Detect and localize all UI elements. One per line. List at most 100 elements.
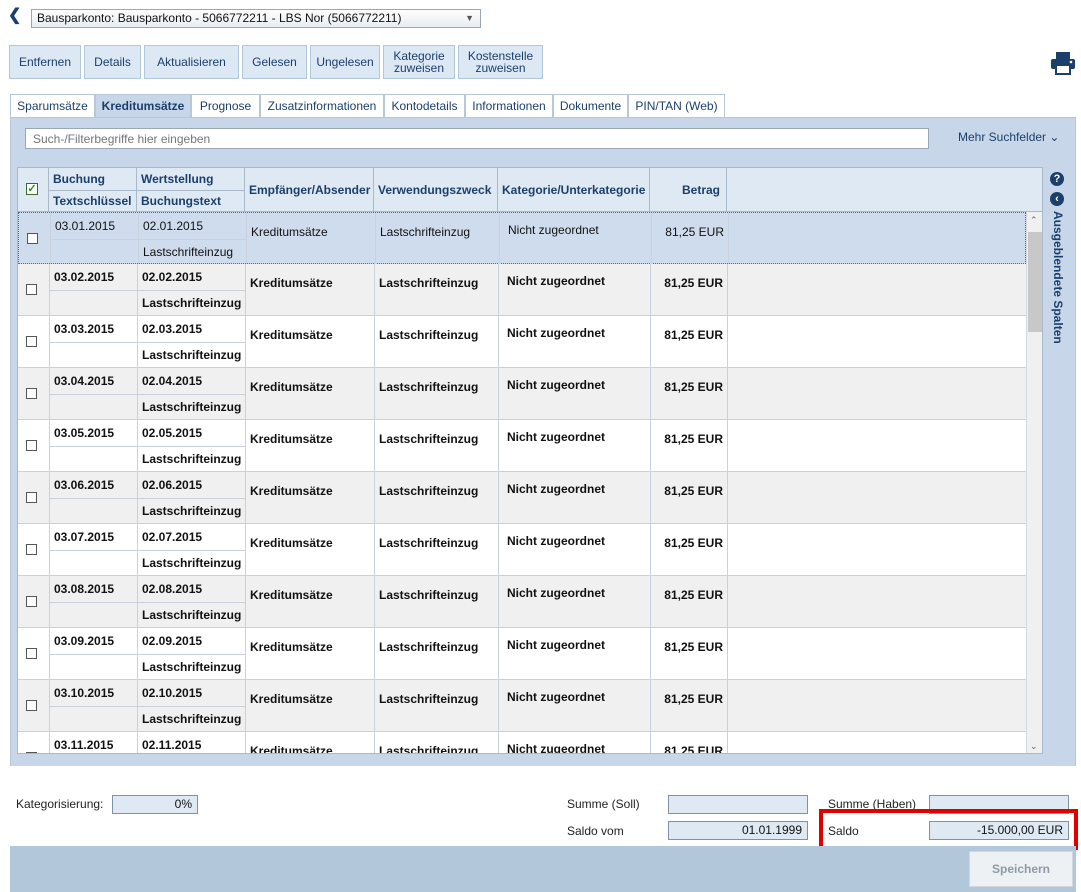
tab-sparumsaetze[interactable]: Sparumsätze bbox=[10, 94, 95, 118]
column-divider bbox=[374, 732, 375, 753]
table-row[interactable]: 03.09.2015 02.09.2015 Lastschrifteinzug Kre… bbox=[18, 628, 1026, 680]
more-search-fields-label: Mehr Suchfelder bbox=[958, 130, 1047, 144]
grid-scrollbar[interactable]: ⌃ ⌄ bbox=[1026, 212, 1042, 753]
scroll-up-icon[interactable]: ⌃ bbox=[1030, 215, 1038, 226]
cell-wertstellung: 02.03.2015 bbox=[142, 322, 203, 336]
col-header-textschluessel[interactable]: Textschlüssel bbox=[49, 190, 137, 212]
table-row[interactable]: 03.10.2015 02.10.2015 Lastschrifteinzug Kre… bbox=[18, 680, 1026, 732]
cell-verwendungszweck: Lastschrifteinzug bbox=[379, 588, 479, 602]
column-divider bbox=[374, 680, 375, 732]
table-row[interactable]: 03.06.2015 02.06.2015 Lastschrifteinzug Kre… bbox=[18, 472, 1026, 524]
row-checkbox[interactable] bbox=[26, 388, 37, 399]
column-divider bbox=[498, 576, 499, 628]
column-divider bbox=[245, 732, 246, 753]
sum-debit-value bbox=[668, 795, 808, 814]
table-row[interactable]: 03.04.2015 02.04.2015 Lastschrifteinzug Kre… bbox=[18, 368, 1026, 420]
col-header-kategorie[interactable]: Kategorie/Unterkategorie bbox=[498, 168, 650, 212]
column-divider bbox=[498, 316, 499, 368]
col-header-buchungstext[interactable]: Buchungstext bbox=[137, 190, 245, 212]
cell-betrag: 81,25 EUR bbox=[665, 225, 724, 239]
col-header-empfaenger[interactable]: Empfänger/Absender bbox=[245, 168, 374, 212]
row-checkbox[interactable] bbox=[26, 336, 37, 347]
main-panel: Mehr Suchfelder ⌄ ✓ Buchung Textschlüsse… bbox=[10, 117, 1076, 846]
col-header-betrag[interactable]: Betrag bbox=[650, 168, 727, 212]
tab-informationen[interactable]: Informationen bbox=[465, 94, 553, 118]
column-divider bbox=[727, 732, 728, 753]
refresh-button[interactable]: Aktualisieren bbox=[144, 45, 239, 79]
cell-buchungstext: Lastschrifteinzug bbox=[142, 712, 242, 726]
help-icon[interactable]: ? bbox=[1050, 172, 1064, 186]
table-row[interactable]: 03.05.2015 02.05.2015 Lastschrifteinzug Kre… bbox=[18, 420, 1026, 472]
cell-divider bbox=[49, 446, 245, 447]
cell-divider bbox=[49, 706, 245, 707]
balance-highlight-box bbox=[819, 809, 1078, 850]
cell-kategorie: Nicht zugeordnet bbox=[507, 326, 605, 340]
row-checkbox[interactable] bbox=[26, 284, 37, 295]
chevron-down-icon: ⌄ bbox=[1049, 130, 1060, 144]
select-all-checkbox[interactable]: ✓ bbox=[26, 183, 38, 195]
assign-cost-center-button[interactable]: Kostenstelle zuweisen bbox=[458, 45, 543, 79]
hidden-columns-strip[interactable]: ? ‹ Ausgeblendete Spalten bbox=[1043, 167, 1075, 754]
table-row[interactable]: 03.08.2015 02.08.2015 Lastschrifteinzug Kre… bbox=[18, 576, 1026, 628]
balance-from-label: Saldo vom bbox=[567, 824, 624, 838]
row-checkbox[interactable] bbox=[26, 492, 37, 503]
transactions-grid: ✓ Buchung Textschlüssel Wertstellung Buc… bbox=[17, 167, 1043, 754]
table-row[interactable]: 03.03.2015 02.03.2015 Lastschrifteinzug Kre… bbox=[18, 316, 1026, 368]
cell-buchung: 03.04.2015 bbox=[54, 374, 115, 388]
mark-unread-button[interactable]: Ungelesen bbox=[310, 45, 380, 79]
row-checkbox[interactable] bbox=[26, 700, 37, 711]
column-divider bbox=[650, 472, 651, 524]
cell-divider bbox=[50, 239, 246, 240]
row-checkbox[interactable] bbox=[27, 233, 38, 244]
scroll-thumb[interactable] bbox=[1028, 232, 1042, 332]
column-divider bbox=[374, 420, 375, 472]
tab-kreditumsaetze[interactable]: Kreditumsätze bbox=[95, 94, 191, 118]
table-row[interactable]: 03.11.2015 02.11.2015 Kreditumsätze Lastsch… bbox=[18, 732, 1026, 753]
column-divider bbox=[245, 524, 246, 576]
tab-prognose[interactable]: Prognose bbox=[191, 94, 260, 118]
cell-empfaenger: Kreditumsätze bbox=[250, 588, 333, 602]
row-checkbox[interactable] bbox=[26, 544, 37, 555]
details-button[interactable]: Details bbox=[84, 45, 141, 79]
tab-dokumente[interactable]: Dokumente bbox=[553, 94, 628, 118]
cell-verwendungszweck: Lastschrifteinzug bbox=[379, 380, 479, 394]
row-checkbox[interactable] bbox=[26, 752, 37, 753]
cell-buchungstext: Lastschrifteinzug bbox=[142, 504, 242, 518]
assign-category-button[interactable]: Kategorie zuweisen bbox=[383, 45, 455, 79]
cell-wertstellung: 02.05.2015 bbox=[142, 426, 203, 440]
table-row[interactable]: 03.01.2015 02.01.2015 Lastschrifteinzug Kre… bbox=[18, 212, 1026, 265]
hidden-columns-label[interactable]: Ausgeblendete Spalten bbox=[1047, 211, 1065, 381]
chevron-down-icon: ▼ bbox=[465, 13, 474, 23]
cell-kategorie: Nicht zugeordnet bbox=[507, 586, 605, 600]
account-select-value: Bausparkonto: Bausparkonto - 5066772211 … bbox=[37, 11, 402, 25]
tab-kontodetails[interactable]: Kontodetails bbox=[384, 94, 465, 118]
col-header-verwendungszweck[interactable]: Verwendungszweck bbox=[374, 168, 498, 212]
print-icon[interactable] bbox=[1050, 51, 1076, 75]
table-row[interactable]: 03.07.2015 02.07.2015 Lastschrifteinzug Kre… bbox=[18, 524, 1026, 576]
cell-wertstellung: 02.06.2015 bbox=[142, 478, 203, 492]
tab-zusatzinformationen[interactable]: Zusatzinformationen bbox=[260, 94, 384, 118]
col-header-wertstellung[interactable]: Wertstellung bbox=[137, 168, 245, 190]
collapse-left-icon[interactable]: ‹ bbox=[1050, 192, 1064, 206]
column-divider bbox=[650, 576, 651, 628]
column-divider bbox=[498, 472, 499, 524]
row-checkbox[interactable] bbox=[26, 440, 37, 451]
table-row[interactable]: 03.02.2015 02.02.2015 Lastschrifteinzug Kre… bbox=[18, 264, 1026, 316]
row-checkbox[interactable] bbox=[26, 596, 37, 607]
cell-betrag: 81,25 EUR bbox=[664, 328, 723, 342]
row-checkbox[interactable] bbox=[26, 648, 37, 659]
mark-read-button[interactable]: Gelesen bbox=[242, 45, 307, 79]
cell-verwendungszweck: Lastschrifteinzug bbox=[379, 432, 479, 446]
search-input[interactable] bbox=[25, 128, 929, 149]
cell-buchung: 03.02.2015 bbox=[54, 270, 115, 284]
col-header-buchung[interactable]: Buchung bbox=[49, 168, 137, 190]
cell-empfaenger: Kreditumsätze bbox=[250, 640, 333, 654]
account-select[interactable]: Bausparkonto: Bausparkonto - 5066772211 … bbox=[31, 9, 481, 28]
back-arrow-icon[interactable]: ❮ bbox=[8, 8, 22, 24]
remove-button[interactable]: Entfernen bbox=[9, 45, 81, 79]
scroll-down-icon[interactable]: ⌄ bbox=[1030, 741, 1038, 752]
save-button[interactable]: Speichern bbox=[969, 851, 1073, 887]
tab-pin-tan-web[interactable]: PIN/TAN (Web) bbox=[628, 94, 725, 118]
cell-buchung: 03.05.2015 bbox=[54, 426, 115, 440]
more-search-fields-toggle[interactable]: Mehr Suchfelder ⌄ bbox=[958, 130, 1059, 144]
